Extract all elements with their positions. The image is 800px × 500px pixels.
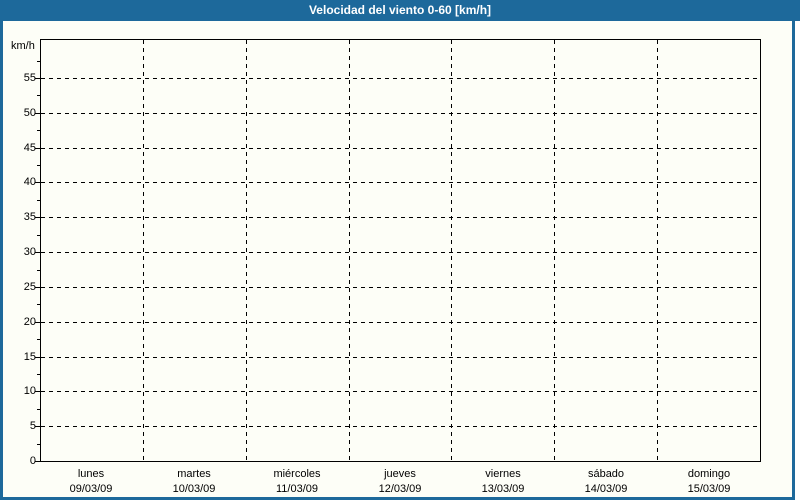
h-gridline	[41, 391, 759, 392]
y-axis-minor-tick	[37, 200, 40, 201]
h-gridline	[41, 426, 759, 427]
x-axis-day-label: sábado	[587, 468, 625, 480]
y-axis-tick-label: 5	[29, 420, 36, 432]
chart-window: Velocidad del viento 0-60 [km/h] km/h 0 5…	[0, 0, 800, 500]
x-axis-day-label: jueves	[384, 468, 416, 480]
y-axis-minor-tick	[37, 235, 40, 236]
y-axis-major-tick	[35, 217, 40, 218]
x-axis-date-label: 12/03/09	[378, 483, 422, 495]
y-axis-tick-label: 55	[23, 72, 36, 84]
y-axis-minor-tick	[37, 304, 40, 305]
x-axis-date-label: 13/03/09	[481, 483, 525, 495]
y-axis-major-tick	[35, 391, 40, 392]
x-axis-date-label: 14/03/09	[584, 483, 628, 495]
v-gridline	[554, 40, 555, 460]
y-axis-minor-tick	[37, 409, 40, 410]
v-gridline	[451, 40, 452, 460]
y-axis-minor-tick	[37, 374, 40, 375]
x-axis-date-label: 11/03/09	[275, 483, 318, 495]
y-axis-minor-tick	[37, 444, 40, 445]
y-axis-minor-tick	[37, 339, 40, 340]
y-axis-tick-label: 50	[23, 107, 36, 119]
h-gridline	[41, 287, 759, 288]
h-gridline	[41, 113, 759, 114]
h-gridline	[41, 148, 759, 149]
y-axis-major-tick	[35, 287, 40, 288]
y-axis-major-tick	[35, 78, 40, 79]
y-axis-major-tick	[35, 461, 40, 462]
y-axis-tick-label: 35	[23, 211, 36, 223]
h-gridline	[41, 252, 759, 253]
v-gridline	[143, 40, 144, 460]
x-axis-day-label: martes	[177, 468, 211, 480]
y-axis-minor-tick	[37, 95, 40, 96]
x-axis-date-label: 10/03/09	[172, 483, 216, 495]
x-axis-day-label: miércoles	[273, 468, 321, 480]
y-axis-major-tick	[35, 322, 40, 323]
y-axis-minor-tick	[37, 165, 40, 166]
y-axis-tick-label: 30	[23, 246, 36, 258]
h-gridline	[41, 217, 759, 218]
y-axis-tick-label: 20	[23, 316, 36, 328]
y-axis-major-tick	[35, 182, 40, 183]
frame-border-left	[0, 21, 3, 500]
chart-title: Velocidad del viento 0-60 [km/h]	[308, 3, 492, 17]
frame-border-right	[792, 21, 795, 500]
x-axis-date-label: 09/03/09	[69, 483, 113, 495]
y-axis-major-tick	[35, 113, 40, 114]
x-axis-day-label: domingo	[687, 468, 731, 480]
plot-area	[40, 39, 761, 462]
y-axis-tick-label: 10	[23, 385, 36, 397]
y-axis-major-tick	[35, 426, 40, 427]
y-axis-tick-label: 40	[23, 176, 36, 188]
h-gridline	[41, 322, 759, 323]
x-axis-date-label: 15/03/09	[687, 483, 731, 495]
y-axis-major-tick	[35, 252, 40, 253]
x-axis-day-label: lunes	[77, 468, 105, 480]
y-axis-minor-tick	[37, 130, 40, 131]
h-gridline	[41, 182, 759, 183]
y-axis-minor-tick	[37, 61, 40, 62]
h-gridline	[41, 78, 759, 79]
y-axis-minor-tick	[37, 270, 40, 271]
chart-title-bar: Velocidad del viento 0-60 [km/h]	[0, 0, 800, 21]
v-gridline	[349, 40, 350, 460]
y-axis-tick-label: 45	[23, 142, 36, 154]
x-axis-day-label: viernes	[485, 468, 521, 480]
h-gridline	[41, 357, 759, 358]
v-gridline	[657, 40, 658, 460]
v-gridline	[246, 40, 247, 460]
y-axis-tick-label: 25	[23, 281, 36, 293]
y-axis-major-tick	[35, 357, 40, 358]
y-axis-tick-label: 15	[23, 351, 36, 363]
y-axis-unit-label: km/h	[11, 40, 35, 52]
y-axis-tick-label: 0	[29, 455, 36, 467]
y-axis-major-tick	[35, 148, 40, 149]
